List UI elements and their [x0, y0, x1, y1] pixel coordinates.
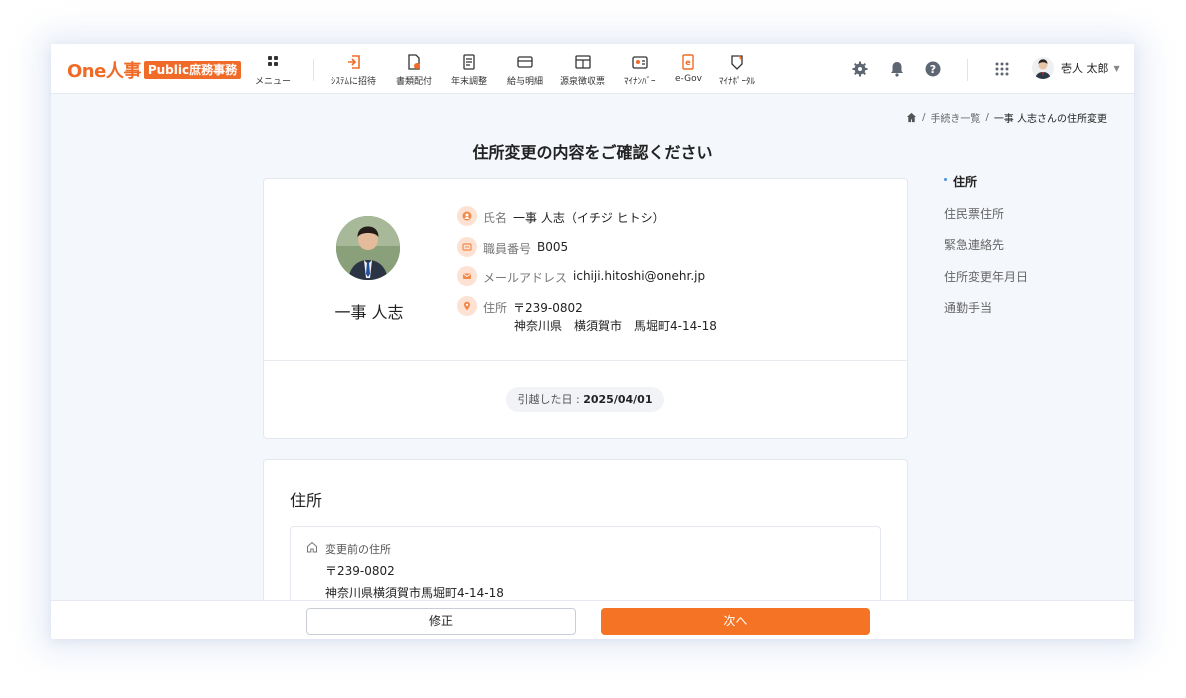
section-side-nav: 住所 住民票住所 緊急連絡先 住所変更年月日 通勤手当: [944, 173, 1028, 331]
name-value: 一事 人志（イチジ ヒトシ）: [513, 211, 665, 225]
breadcrumb-separator: /: [922, 112, 926, 123]
year-end-icon: [463, 54, 475, 70]
myna-portal-icon: [731, 55, 743, 70]
profile-photo-image: [336, 216, 400, 280]
info-row-name: 氏名 一事 人志（イチジ ヒトシ）: [457, 206, 665, 226]
info-row-address: 住所 〒239-0802: [457, 296, 583, 316]
location-pin-icon: [457, 296, 477, 316]
user-avatar: [1032, 57, 1054, 79]
withholding-icon: [574, 55, 591, 69]
next-button[interactable]: 次へ: [601, 608, 870, 635]
nav-year-end[interactable]: 年末調整: [451, 53, 487, 87]
nav-document[interactable]: 書類配付: [396, 53, 432, 87]
nav-payslip[interactable]: 給与明細: [507, 53, 543, 87]
profile-photo: [336, 216, 400, 280]
card-divider: [264, 360, 907, 361]
nav-menu[interactable]: メニュー: [255, 53, 291, 87]
nav-mynumber[interactable]: ﾏｲﾅﾝﾊﾞｰ: [624, 53, 656, 87]
mynumber-icon: [632, 56, 648, 69]
edit-button[interactable]: 修正: [306, 608, 576, 635]
previous-address-label: 変更前の住所: [325, 543, 391, 556]
side-nav-item-change-date[interactable]: 住所変更年月日: [944, 268, 1028, 300]
grid-menu-icon: [268, 56, 278, 66]
info-row-employee-no: 職員番号 B005: [457, 237, 569, 257]
previous-address-zip: 〒239-0802: [325, 564, 395, 578]
nav-withholding[interactable]: 源泉徴収票: [560, 53, 605, 87]
app-launcher-icon[interactable]: [993, 60, 1011, 78]
breadcrumb-separator: /: [985, 112, 989, 123]
side-nav-item-address[interactable]: 住所: [944, 173, 1028, 205]
info-row-email: メールアドレス ichiji.hitoshi@onehr.jp: [457, 266, 706, 286]
previous-address-line: 神奈川県横須賀市馬堀町4-14-18: [325, 586, 504, 600]
nav-invite-label: ｼｽﾃﾑに招待: [331, 77, 377, 87]
payslip-icon: [517, 56, 533, 68]
person-icon: [457, 206, 477, 226]
section-title: 住所: [290, 491, 323, 510]
nav-egov[interactable]: e e-Gov: [675, 53, 702, 84]
page-title: 住所変更の内容をご確認ください: [472, 143, 713, 162]
side-nav-item-emergency-contact[interactable]: 緊急連絡先: [944, 236, 1028, 268]
svg-text:?: ?: [930, 63, 936, 76]
nav-withholding-label: 源泉徴収票: [560, 77, 606, 87]
top-navigation-bar: One人事 Public庶務事務 メニュー ｼｽﾃﾑに招待 書類配付 年末調整 …: [51, 44, 1134, 94]
side-nav-label: 緊急連絡先: [944, 238, 1005, 252]
move-date-badge: 引越した日 : 2025/04/01: [506, 387, 664, 412]
nav-payslip-label: 給与明細: [507, 77, 544, 87]
side-nav-item-resident-address[interactable]: 住民票住所: [944, 205, 1028, 237]
nav-myna-portal[interactable]: ﾏｲﾅﾎﾟｰﾀﾙ: [719, 53, 755, 87]
header-separator-right: [967, 59, 968, 81]
nav-myna-portal-label: ﾏｲﾅﾎﾟｰﾀﾙ: [719, 77, 756, 87]
app-logo[interactable]: One人事 Public庶務事務: [67, 60, 242, 82]
breadcrumb-item-procedures[interactable]: 手続き一覧: [930, 110, 980, 125]
breadcrumb-item-current: 一事 人志さんの住所変更: [993, 114, 1107, 125]
gear-icon[interactable]: [851, 60, 869, 78]
nav-mynumber-label: ﾏｲﾅﾝﾊﾞｰ: [624, 77, 656, 87]
active-bullet: [944, 178, 947, 181]
breadcrumb: / 手続き一覧 / 一事 人志さんの住所変更: [906, 110, 1107, 125]
email-label: メールアドレス: [483, 271, 568, 285]
invite-icon: [347, 55, 360, 69]
action-bar: 修正 次へ: [51, 600, 1134, 639]
side-nav-label: 住所変更年月日: [944, 269, 1029, 284]
employee-no-value: B005: [537, 240, 569, 254]
nav-egov-label: e-Gov: [675, 74, 702, 84]
nav-invite[interactable]: ｼｽﾃﾑに招待: [331, 53, 376, 87]
profile-display-name: 一事 人志: [334, 303, 404, 322]
user-menu[interactable]: 壱人 太郎 ▼: [1032, 57, 1120, 79]
side-nav-label: 住民票住所: [944, 206, 1005, 221]
profile-card: 一事 人志 氏名 一事 人志（イチジ ヒトシ） 職員番号 B005 メールアドレ…: [263, 178, 908, 439]
nav-menu-label: メニュー: [255, 77, 292, 87]
move-date-value: 2025/04/01: [583, 393, 653, 406]
chevron-down-icon: ▼: [1113, 63, 1120, 73]
address-label: 住所: [483, 301, 508, 315]
user-name: 壱人 太郎: [1061, 62, 1109, 75]
egov-icon: e: [682, 54, 695, 70]
logo-badge: Public庶務事務: [143, 61, 242, 79]
address-line: 神奈川県 横須賀市 馬堀町4-14-18: [514, 319, 717, 333]
header-separator: [313, 59, 314, 81]
email-value: ichiji.hitoshi@onehr.jp: [573, 269, 706, 283]
mail-icon: [457, 266, 477, 286]
side-nav-item-commute-allowance[interactable]: 通勤手当: [944, 299, 1028, 331]
help-icon[interactable]: ?: [924, 60, 942, 78]
employee-no-label: 職員番号: [483, 242, 532, 256]
nav-document-label: 書類配付: [396, 77, 433, 87]
address-zip: 〒239-0802: [513, 301, 583, 315]
document-send-icon: [408, 54, 420, 70]
home-outline-icon: [307, 541, 317, 553]
logo-text: One人事: [67, 61, 141, 82]
move-date-label: 引越した日 :: [517, 393, 584, 406]
bell-icon[interactable]: [888, 60, 906, 78]
side-nav-label: 住所: [953, 175, 978, 189]
name-label: 氏名: [483, 211, 508, 225]
app-window: One人事 Public庶務事務 メニュー ｼｽﾃﾑに招待 書類配付 年末調整 …: [51, 44, 1134, 639]
id-card-icon: [457, 237, 477, 257]
nav-year-end-label: 年末調整: [451, 77, 488, 87]
user-avatar-image: [1032, 57, 1054, 79]
svg-text:e: e: [686, 58, 692, 67]
side-nav-label: 通勤手当: [944, 301, 993, 315]
home-icon[interactable]: [906, 112, 917, 123]
